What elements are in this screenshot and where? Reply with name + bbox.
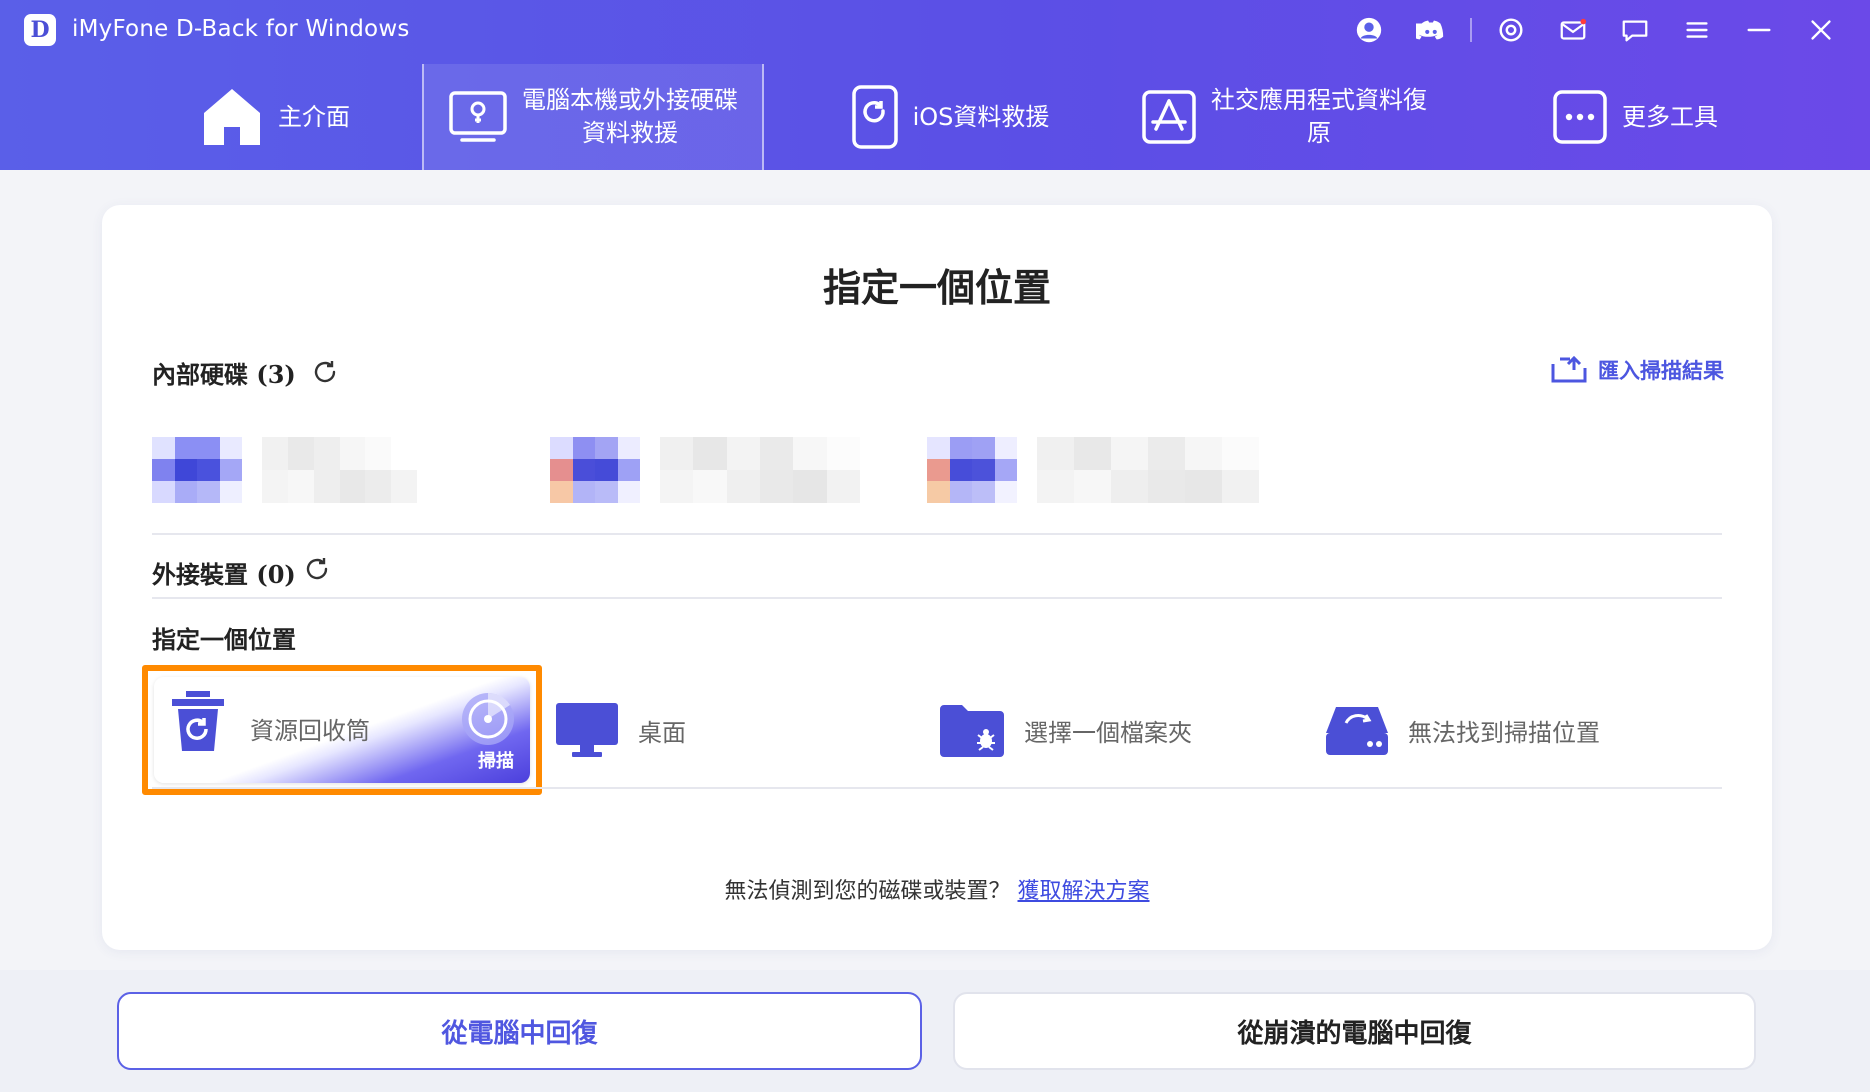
nav-item-drive-recovery[interactable]: 電腦本機或外接硬碟 資料救援 bbox=[422, 64, 764, 170]
drive-info-blurred bbox=[262, 437, 417, 503]
app-logo: D bbox=[24, 14, 56, 46]
recycle-bin-card: 資源回收筒 掃描 bbox=[154, 677, 530, 783]
scan-radar-icon bbox=[462, 692, 514, 745]
refresh-external-icon[interactable] bbox=[302, 554, 332, 584]
nav-item-more-tools[interactable]: 更多工具 bbox=[1540, 64, 1730, 170]
drive-thumbnail bbox=[550, 437, 640, 503]
ios-recovery-icon bbox=[851, 84, 899, 150]
nav-item-label: 電腦本機或外接硬碟 資料救援 bbox=[522, 86, 738, 147]
external-devices-label: 外接裝置 (0) bbox=[152, 560, 296, 589]
recycle-bin-icon bbox=[172, 691, 224, 751]
divider bbox=[152, 787, 1722, 789]
mail-icon[interactable] bbox=[1542, 8, 1604, 52]
nav-item-label: iOS資料救援 bbox=[912, 102, 1050, 131]
menu-icon[interactable] bbox=[1666, 8, 1728, 52]
app-header: D iMyFone D-Back for Windows 主介面 電腦本機或外接… bbox=[0, 0, 1870, 170]
drive-info-blurred bbox=[660, 437, 860, 503]
discord-icon[interactable] bbox=[1400, 8, 1462, 52]
internal-drive-3[interactable] bbox=[927, 435, 1259, 505]
nav-item-home[interactable]: 主介面 bbox=[140, 64, 410, 170]
recover-from-crashed-pc-button[interactable]: 從崩潰的電腦中回復 bbox=[953, 992, 1756, 1070]
recover-from-pc-button[interactable]: 從電腦中回復 bbox=[117, 992, 922, 1070]
nav-item-label: 社交應用程式資料復 原 bbox=[1211, 86, 1427, 147]
app-store-icon bbox=[1141, 89, 1197, 145]
internal-drive-2[interactable] bbox=[550, 435, 860, 505]
select-folder-label: 選擇一個檔案夾 bbox=[1024, 718, 1192, 747]
recycle-bin-label: 資源回收筒 bbox=[250, 717, 370, 745]
cannot-find-location-label: 無法找到掃描位置 bbox=[1408, 718, 1600, 747]
refresh-internal-icon[interactable] bbox=[310, 357, 340, 387]
internal-disks-label: 內部硬碟 (3) bbox=[152, 360, 296, 389]
divider bbox=[152, 597, 1722, 599]
home-icon bbox=[200, 85, 264, 149]
more-tools-icon bbox=[1552, 89, 1608, 145]
import-scan-results-label: 匯入掃描結果 bbox=[1598, 358, 1724, 383]
title-bar-actions bbox=[1338, 8, 1852, 52]
nav-item-label: 主介面 bbox=[278, 102, 350, 131]
nav-item-ios-recovery[interactable]: iOS資料救援 bbox=[830, 64, 1070, 170]
cannot-find-location-option[interactable]: 無法找到掃描位置 bbox=[1324, 680, 1600, 780]
app-title: iMyFone D-Back for Windows bbox=[72, 16, 410, 42]
internal-drive-1[interactable] bbox=[152, 435, 417, 505]
drive-thumbnail bbox=[152, 437, 242, 503]
page-title: 指定一個位置 bbox=[822, 265, 1051, 310]
drive-info-blurred bbox=[1037, 437, 1259, 503]
desktop-label: 桌面 bbox=[638, 718, 686, 747]
specify-location-label: 指定一個位置 bbox=[152, 625, 296, 654]
scan-badge[interactable]: 掃描 bbox=[478, 747, 514, 773]
close-icon[interactable] bbox=[1790, 8, 1852, 52]
helper-text: 無法偵測到您的磁碟或裝置？ bbox=[724, 879, 1011, 904]
nav-item-label: 更多工具 bbox=[1622, 102, 1718, 131]
select-folder-option[interactable]: 選擇一個檔案夾 bbox=[938, 680, 1192, 780]
desktop-option[interactable]: 桌面 bbox=[554, 680, 686, 780]
nav-item-social-apps[interactable]: 社交應用程式資料復 原 bbox=[1124, 64, 1444, 170]
desktop-icon bbox=[556, 703, 618, 757]
title-bar: D iMyFone D-Back for Windows bbox=[0, 0, 1870, 60]
location-card: 指定一個位置 內部硬碟 (3) 匯入掃描結果 外接裝置 (0) 指定一個位置 資… bbox=[102, 205, 1772, 950]
import-scan-results-link[interactable]: 匯入掃描結果 bbox=[1550, 355, 1724, 385]
feedback-icon[interactable] bbox=[1604, 8, 1666, 52]
minimize-icon[interactable] bbox=[1728, 8, 1790, 52]
lost-drive-icon bbox=[1326, 707, 1388, 755]
drive-thumbnail bbox=[927, 437, 1017, 503]
account-icon[interactable] bbox=[1338, 8, 1400, 52]
drive-recovery-icon bbox=[448, 87, 508, 147]
helper-message: 無法偵測到您的磁碟或裝置？ 獲取解決方案 bbox=[102, 873, 1772, 905]
bottom-bar: 從電腦中回復 從崩潰的電腦中回復 bbox=[0, 970, 1870, 1092]
main-nav: 主介面 電腦本機或外接硬碟 資料救援 iOS資料救援 社交應用程式資料復 原 更… bbox=[0, 64, 1870, 170]
get-solution-link[interactable]: 獲取解決方案 bbox=[1018, 879, 1150, 904]
divider bbox=[152, 533, 1722, 535]
import-icon bbox=[1551, 356, 1587, 383]
title-bar-separator bbox=[1470, 18, 1472, 42]
settings-icon[interactable] bbox=[1480, 8, 1542, 52]
folder-icon bbox=[940, 705, 1004, 757]
recycle-bin-option[interactable]: 資源回收筒 掃描 bbox=[142, 665, 542, 795]
